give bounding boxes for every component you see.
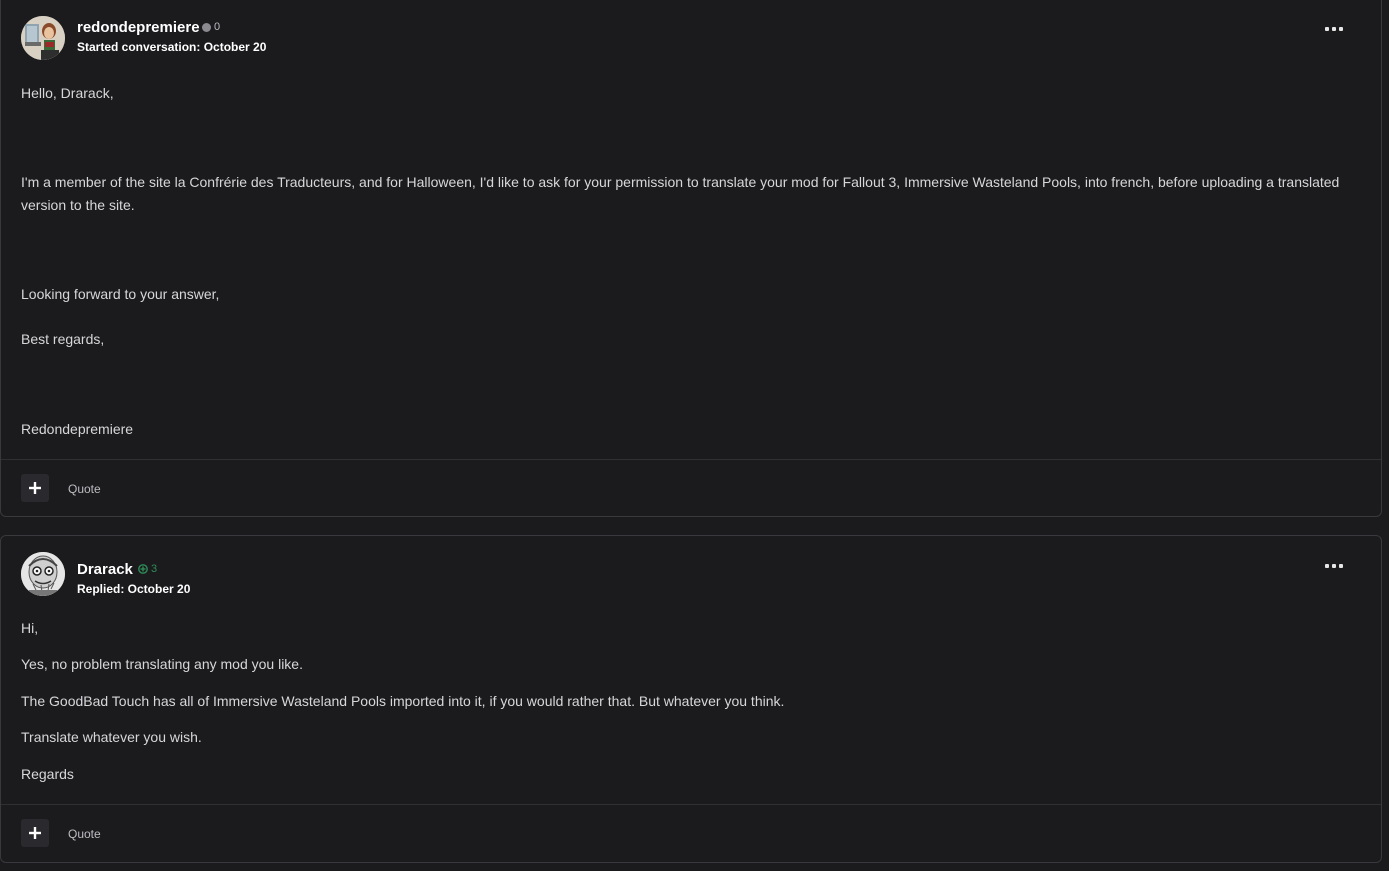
post-paragraph: Best regards, <box>21 331 105 347</box>
plus-icon <box>29 482 41 494</box>
conversation-post: redondepremiere 0 Started conversation: … <box>0 0 1382 517</box>
add-reaction-button[interactable] <box>21 819 49 847</box>
add-reaction-button[interactable] <box>21 474 49 502</box>
post-paragraph: Hi, <box>21 620 39 636</box>
post-paragraph: Redondepremiere <box>21 421 134 437</box>
reputation-count: 0 <box>214 21 221 33</box>
post-paragraph: Yes, no problem translating any mod you … <box>21 656 303 672</box>
post-paragraph: I'm a member of the site la Confrérie de… <box>21 174 1340 213</box>
post-meta: Replied: October 20 <box>77 582 191 596</box>
username[interactable]: redondepremiere <box>77 19 200 36</box>
divider <box>1 804 1381 805</box>
post-paragraph: Translate whatever you wish. <box>21 729 202 745</box>
post-paragraph: Looking forward to your answer, <box>21 286 220 302</box>
avatar-image <box>21 16 65 60</box>
post-paragraph: Regards <box>21 766 74 782</box>
reputation-dot-icon <box>202 22 211 32</box>
avatar[interactable] <box>21 552 65 596</box>
quote-button[interactable]: Quote <box>68 482 101 496</box>
divider <box>1 459 1381 460</box>
plus-icon <box>29 827 41 839</box>
reply-post: Drarack 3 Replied: October 20 Hi, Yes, n… <box>0 535 1382 863</box>
more-options-icon[interactable] <box>1325 559 1343 573</box>
quote-button[interactable]: Quote <box>68 827 101 841</box>
reputation-count: 3 <box>151 563 158 575</box>
avatar-image <box>21 552 65 596</box>
post-paragraph: The GoodBad Touch has all of Immersive W… <box>21 693 785 709</box>
more-options-icon[interactable] <box>1325 22 1343 36</box>
reputation-plus-icon <box>138 564 148 574</box>
post-paragraph: Hello, Drarack, <box>21 85 114 101</box>
reputation-badge: 0 <box>202 21 220 33</box>
post-meta: Started conversation: October 20 <box>77 40 267 54</box>
avatar[interactable] <box>21 16 65 60</box>
username[interactable]: Drarack <box>77 561 133 578</box>
reputation-badge: 3 <box>138 563 157 575</box>
